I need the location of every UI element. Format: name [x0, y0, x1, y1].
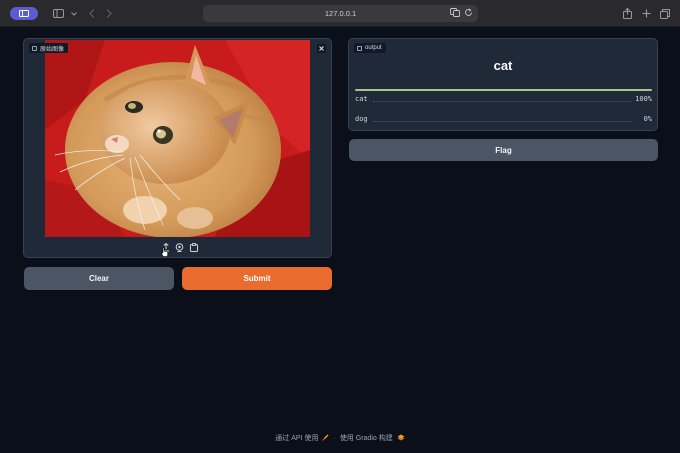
clear-button[interactable]: Clear	[24, 267, 174, 290]
footer-separator: ·	[333, 434, 336, 442]
address-bar[interactable]: 127.0.0.1	[203, 5, 478, 22]
confidence-row[interactable]: dog 0%	[355, 115, 652, 124]
tab-overview-icon	[52, 9, 64, 18]
use-via-api-link[interactable]: 通过 API 使用	[275, 433, 318, 443]
clipboard-icon	[189, 243, 198, 252]
confidence-value: 0%	[643, 115, 652, 123]
close-icon	[319, 46, 324, 51]
plus-icon	[642, 9, 650, 18]
image-block-label: 原始图像	[29, 43, 69, 53]
output-label-text: output	[365, 45, 382, 51]
footer: 通过 API 使用 · 使用 Gradio 构建	[0, 433, 680, 443]
label-icon	[357, 45, 362, 51]
share-icon	[622, 8, 632, 19]
clipboard-source-button[interactable]	[189, 243, 198, 252]
tabs-icon	[660, 8, 670, 19]
confidence-value: 100%	[635, 95, 652, 103]
confidence-label: cat	[355, 95, 368, 103]
new-tab-button[interactable]	[638, 6, 654, 21]
pointer-cursor-icon	[161, 247, 169, 257]
chevron-right-icon	[106, 9, 112, 18]
sidebar-toggle-button[interactable]	[10, 7, 38, 20]
tab-menu-button[interactable]	[66, 6, 82, 21]
predicted-label: cat	[493, 58, 513, 73]
translate-icon[interactable]	[450, 8, 460, 19]
rocket-icon	[322, 434, 329, 443]
confidence-row[interactable]: cat 100%	[355, 95, 652, 104]
output-block-label: output	[354, 43, 386, 53]
webcam-icon	[175, 243, 184, 252]
tab-overview-button[interactable]	[50, 6, 66, 21]
built-with-gradio-link[interactable]: 使用 Gradio 构建	[340, 433, 393, 443]
gradio-logo-icon	[397, 434, 405, 443]
tabs-overview-button[interactable]	[657, 6, 673, 21]
confidence-label: dog	[355, 115, 368, 123]
dotted-leader	[373, 121, 632, 122]
chevron-left-icon	[89, 9, 95, 18]
image-label-text: 原始图像	[40, 46, 65, 53]
back-button[interactable]	[84, 6, 100, 21]
webcam-source-button[interactable]	[175, 243, 184, 252]
label-output-panel: output cat cat 100% dog 0%	[348, 38, 658, 131]
sidebar-icon	[19, 10, 29, 17]
submit-button[interactable]: Submit	[182, 267, 332, 290]
flag-button[interactable]: Flag	[349, 139, 658, 161]
forward-button[interactable]	[101, 6, 117, 21]
chevron-down-icon	[71, 11, 77, 16]
reload-icon[interactable]	[464, 8, 473, 19]
uploaded-image[interactable]	[45, 40, 310, 237]
clear-image-button[interactable]	[317, 44, 326, 53]
cat-photo	[45, 40, 310, 237]
url-text: 127.0.0.1	[324, 9, 357, 18]
share-button[interactable]	[619, 6, 635, 21]
browser-toolbar: 127.0.0.1	[0, 0, 680, 27]
confidence-bar	[355, 89, 652, 91]
image-icon	[32, 45, 37, 51]
dotted-leader	[373, 101, 631, 102]
image-input-panel: 原始图像	[23, 38, 332, 258]
